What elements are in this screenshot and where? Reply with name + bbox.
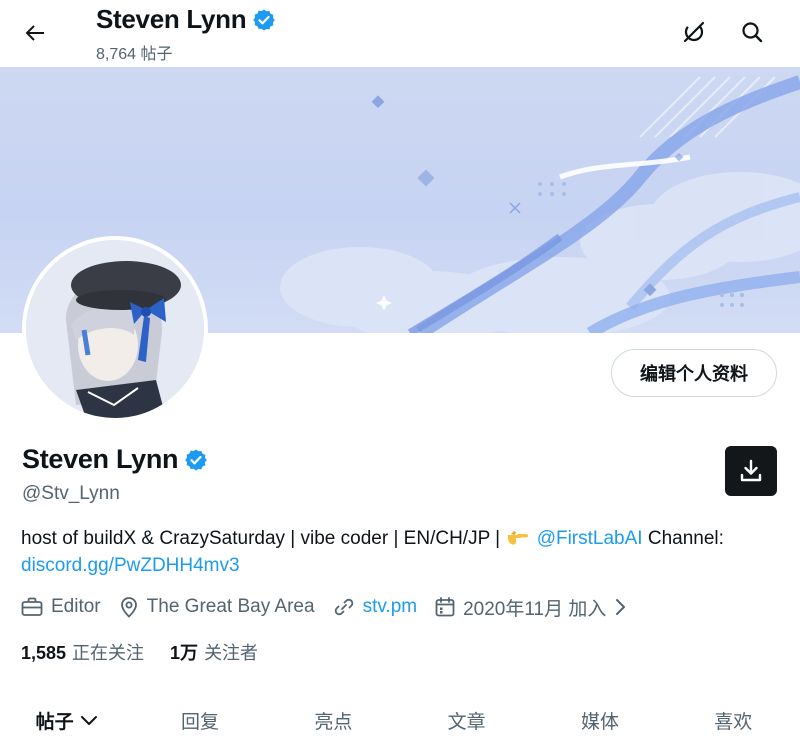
meta-joined[interactable]: 2020年11月 加入 xyxy=(435,594,626,621)
meta-category-text: Editor xyxy=(51,596,101,617)
tab-label: 回复 xyxy=(180,711,219,733)
tab-label: 帖子 xyxy=(35,711,74,733)
tab-articles[interactable]: 文章 xyxy=(400,690,533,749)
meta-website: stv.pm xyxy=(333,596,418,618)
verified-badge-icon[interactable] xyxy=(184,448,208,472)
bio-mention-link[interactable]: @FirstLabAI xyxy=(537,528,643,549)
grok-button[interactable] xyxy=(674,12,714,52)
tab-posts[interactable]: 帖子 xyxy=(0,690,133,749)
profile-name-row: Steven Lynn xyxy=(22,444,208,475)
header-posts-count: 8,764 帖子 xyxy=(96,46,173,63)
followers-link[interactable]: 1万 关注者 xyxy=(170,639,258,665)
bio-discord-link[interactable]: discord.gg/PwZDHH4mv3 xyxy=(21,555,240,576)
avatar-image xyxy=(26,240,204,418)
tab-likes[interactable]: 喜欢 xyxy=(667,690,800,749)
following-label: 正在关注 xyxy=(72,643,145,663)
profile-tabs: 帖子 回复 亮点 文章 媒体 喜欢 xyxy=(0,690,800,749)
profile-bio: host of buildX & CrazySaturday | vibe co… xyxy=(21,525,781,579)
search-icon xyxy=(742,22,763,43)
meta-location-text: The Great Bay Area xyxy=(146,596,315,617)
follow-stats: 1,585 正在关注 1万 关注者 xyxy=(21,639,284,665)
meta-website-link[interactable]: stv.pm xyxy=(363,596,418,618)
tab-label: 文章 xyxy=(447,711,486,733)
grok-icon xyxy=(683,21,705,43)
header-name-row: Steven Lynn xyxy=(96,4,276,35)
bio-text: host of buildX & CrazySaturday | vibe co… xyxy=(21,528,501,549)
bio-text-channel: Channel: xyxy=(647,528,724,549)
search-button[interactable] xyxy=(732,12,772,52)
followers-count: 1万 xyxy=(170,643,199,663)
back-button[interactable] xyxy=(14,12,56,54)
briefcase-icon xyxy=(21,597,43,616)
following-count: 1,585 xyxy=(21,643,67,663)
download-button[interactable] xyxy=(725,446,777,496)
header-display-name: Steven Lynn xyxy=(96,4,247,34)
tab-media[interactable]: 媒体 xyxy=(533,690,666,749)
meta-location: The Great Bay Area xyxy=(119,596,315,618)
download-icon xyxy=(740,459,762,482)
location-pin-icon xyxy=(120,597,137,618)
tab-label: 亮点 xyxy=(314,711,353,733)
profile-avatar[interactable] xyxy=(22,236,208,422)
tab-highlights[interactable]: 亮点 xyxy=(267,690,400,749)
meta-category: Editor xyxy=(21,596,101,618)
user-handle: @Stv_Lynn xyxy=(22,483,120,504)
tab-replies[interactable]: 回复 xyxy=(133,690,266,749)
tab-label: 媒体 xyxy=(580,711,619,733)
followers-label: 关注者 xyxy=(204,643,259,663)
back-arrow-icon xyxy=(25,25,44,41)
chevron-down-icon xyxy=(80,716,97,725)
meta-joined-text: 2020年11月 加入 xyxy=(463,598,607,620)
tab-label: 喜欢 xyxy=(714,711,753,733)
link-icon xyxy=(334,598,353,616)
chevron-right-icon xyxy=(616,599,626,615)
profile-meta: Editor The Great Bay Area stv.pm 2020年11… xyxy=(21,594,644,620)
following-link[interactable]: 1,585 正在关注 xyxy=(21,639,144,665)
profile-header: Steven Lynn 8,764 帖子 xyxy=(0,0,800,67)
calendar-icon xyxy=(435,597,455,617)
display-name: Steven Lynn xyxy=(22,444,179,474)
edit-profile-button[interactable]: 编辑个人资料 xyxy=(611,349,777,397)
verified-badge-icon xyxy=(253,9,276,30)
pointing-hand-emoji xyxy=(508,531,529,545)
